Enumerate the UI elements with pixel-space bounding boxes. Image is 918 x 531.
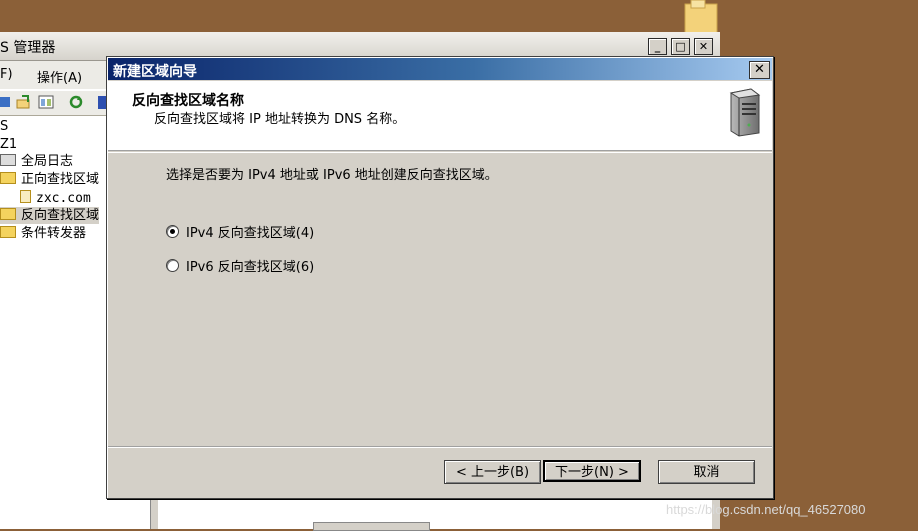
back-button[interactable]: < 上一步(B) (444, 460, 541, 484)
server-icon (729, 88, 761, 137)
ipv6-option-label: IPv6 反向查找区域(6) (186, 259, 315, 275)
menu-action[interactable]: 操作(A) (37, 67, 82, 86)
ipv6-reverse-zone-option[interactable]: IPv6 反向查找区域(6) (166, 256, 315, 275)
ipv4-reverse-zone-option[interactable]: IPv4 反向查找区域(4) (166, 222, 315, 241)
log-icon (0, 154, 16, 166)
footer-divider (108, 446, 772, 448)
dialog-close-button[interactable]: ✕ (749, 61, 770, 79)
tree-item-global-logs[interactable]: 全局日志 (0, 153, 73, 170)
wizard-page-subtitle: 反向查找区域将 IP 地址转换为 DNS 名称。 (154, 112, 406, 127)
watermark: https://blog.csdn.net/qq_46527080 (666, 502, 866, 517)
tree-item-zone-zxc[interactable]: zxc.com (20, 190, 91, 207)
tree-item-root[interactable]: S (0, 118, 8, 135)
wizard-header: 反向查找区域名称 反向查找区域将 IP 地址转换为 DNS 名称。 (108, 81, 772, 151)
tree-item-server[interactable]: Z1 (0, 136, 17, 153)
pane-splitter[interactable] (150, 498, 158, 529)
folder-icon (0, 208, 16, 220)
wizard-page-title: 反向查找区域名称 (132, 93, 244, 109)
tree-item-label: 反向查找区域 (21, 208, 100, 223)
close-button[interactable]: ✕ (694, 38, 713, 55)
zone-icon (20, 190, 31, 203)
ipv4-option-label: IPv4 反向查找区域(4) (186, 225, 315, 241)
tree-item-reverse-zones[interactable]: 反向查找区域 (0, 207, 100, 224)
toolbar-icon[interactable] (0, 94, 12, 110)
export-icon[interactable] (16, 94, 32, 110)
ipv4-radio[interactable] (166, 224, 179, 238)
folder-icon (0, 172, 16, 184)
header-divider (108, 152, 772, 153)
tree-item-label: zxc.com (36, 191, 91, 206)
refresh-icon[interactable] (68, 94, 84, 110)
next-button[interactable]: 下一步(N) > (543, 460, 641, 482)
minimize-button[interactable]: _ (648, 38, 667, 55)
new-zone-wizard-dialog: 新建区域向导 ✕ 反向查找区域名称 反向查找区域将 IP 地址转换为 DNS 名… (106, 56, 774, 499)
tree-item-label: 条件转发器 (21, 226, 87, 241)
dialog-titlebar: 新建区域向导 ✕ (108, 58, 772, 80)
tree-item-conditional-forwarders[interactable]: 条件转发器 (0, 225, 86, 242)
tree-item-label: S (0, 119, 9, 134)
dialog-title: 新建区域向导 (113, 64, 197, 80)
ipv6-radio[interactable] (166, 258, 179, 272)
tree-item-forward-zones[interactable]: 正向查找区域 (0, 171, 99, 188)
folder-icon (0, 226, 16, 238)
zone-type-prompt: 选择是否要为 IPv4 地址或 IPv6 地址创建反向查找区域。 (166, 168, 498, 183)
tree-item-label: 正向查找区域 (21, 172, 100, 187)
dns-manager-title: S 管理器 (0, 40, 56, 56)
properties-icon[interactable] (38, 94, 54, 110)
tree-item-label: 全局日志 (21, 154, 74, 169)
details-pane-bottom (0, 498, 720, 531)
cancel-button[interactable]: 取消 (658, 460, 755, 484)
maximize-button[interactable]: □ (671, 38, 690, 55)
tree-item-label: Z1 (0, 137, 18, 152)
status-segment (313, 522, 430, 531)
console-tree: S Z1 全局日志 正向查找区域 zxc.com 反向查找区域 条件转发器 (0, 116, 106, 276)
menu-file[interactable]: F) (0, 67, 13, 82)
